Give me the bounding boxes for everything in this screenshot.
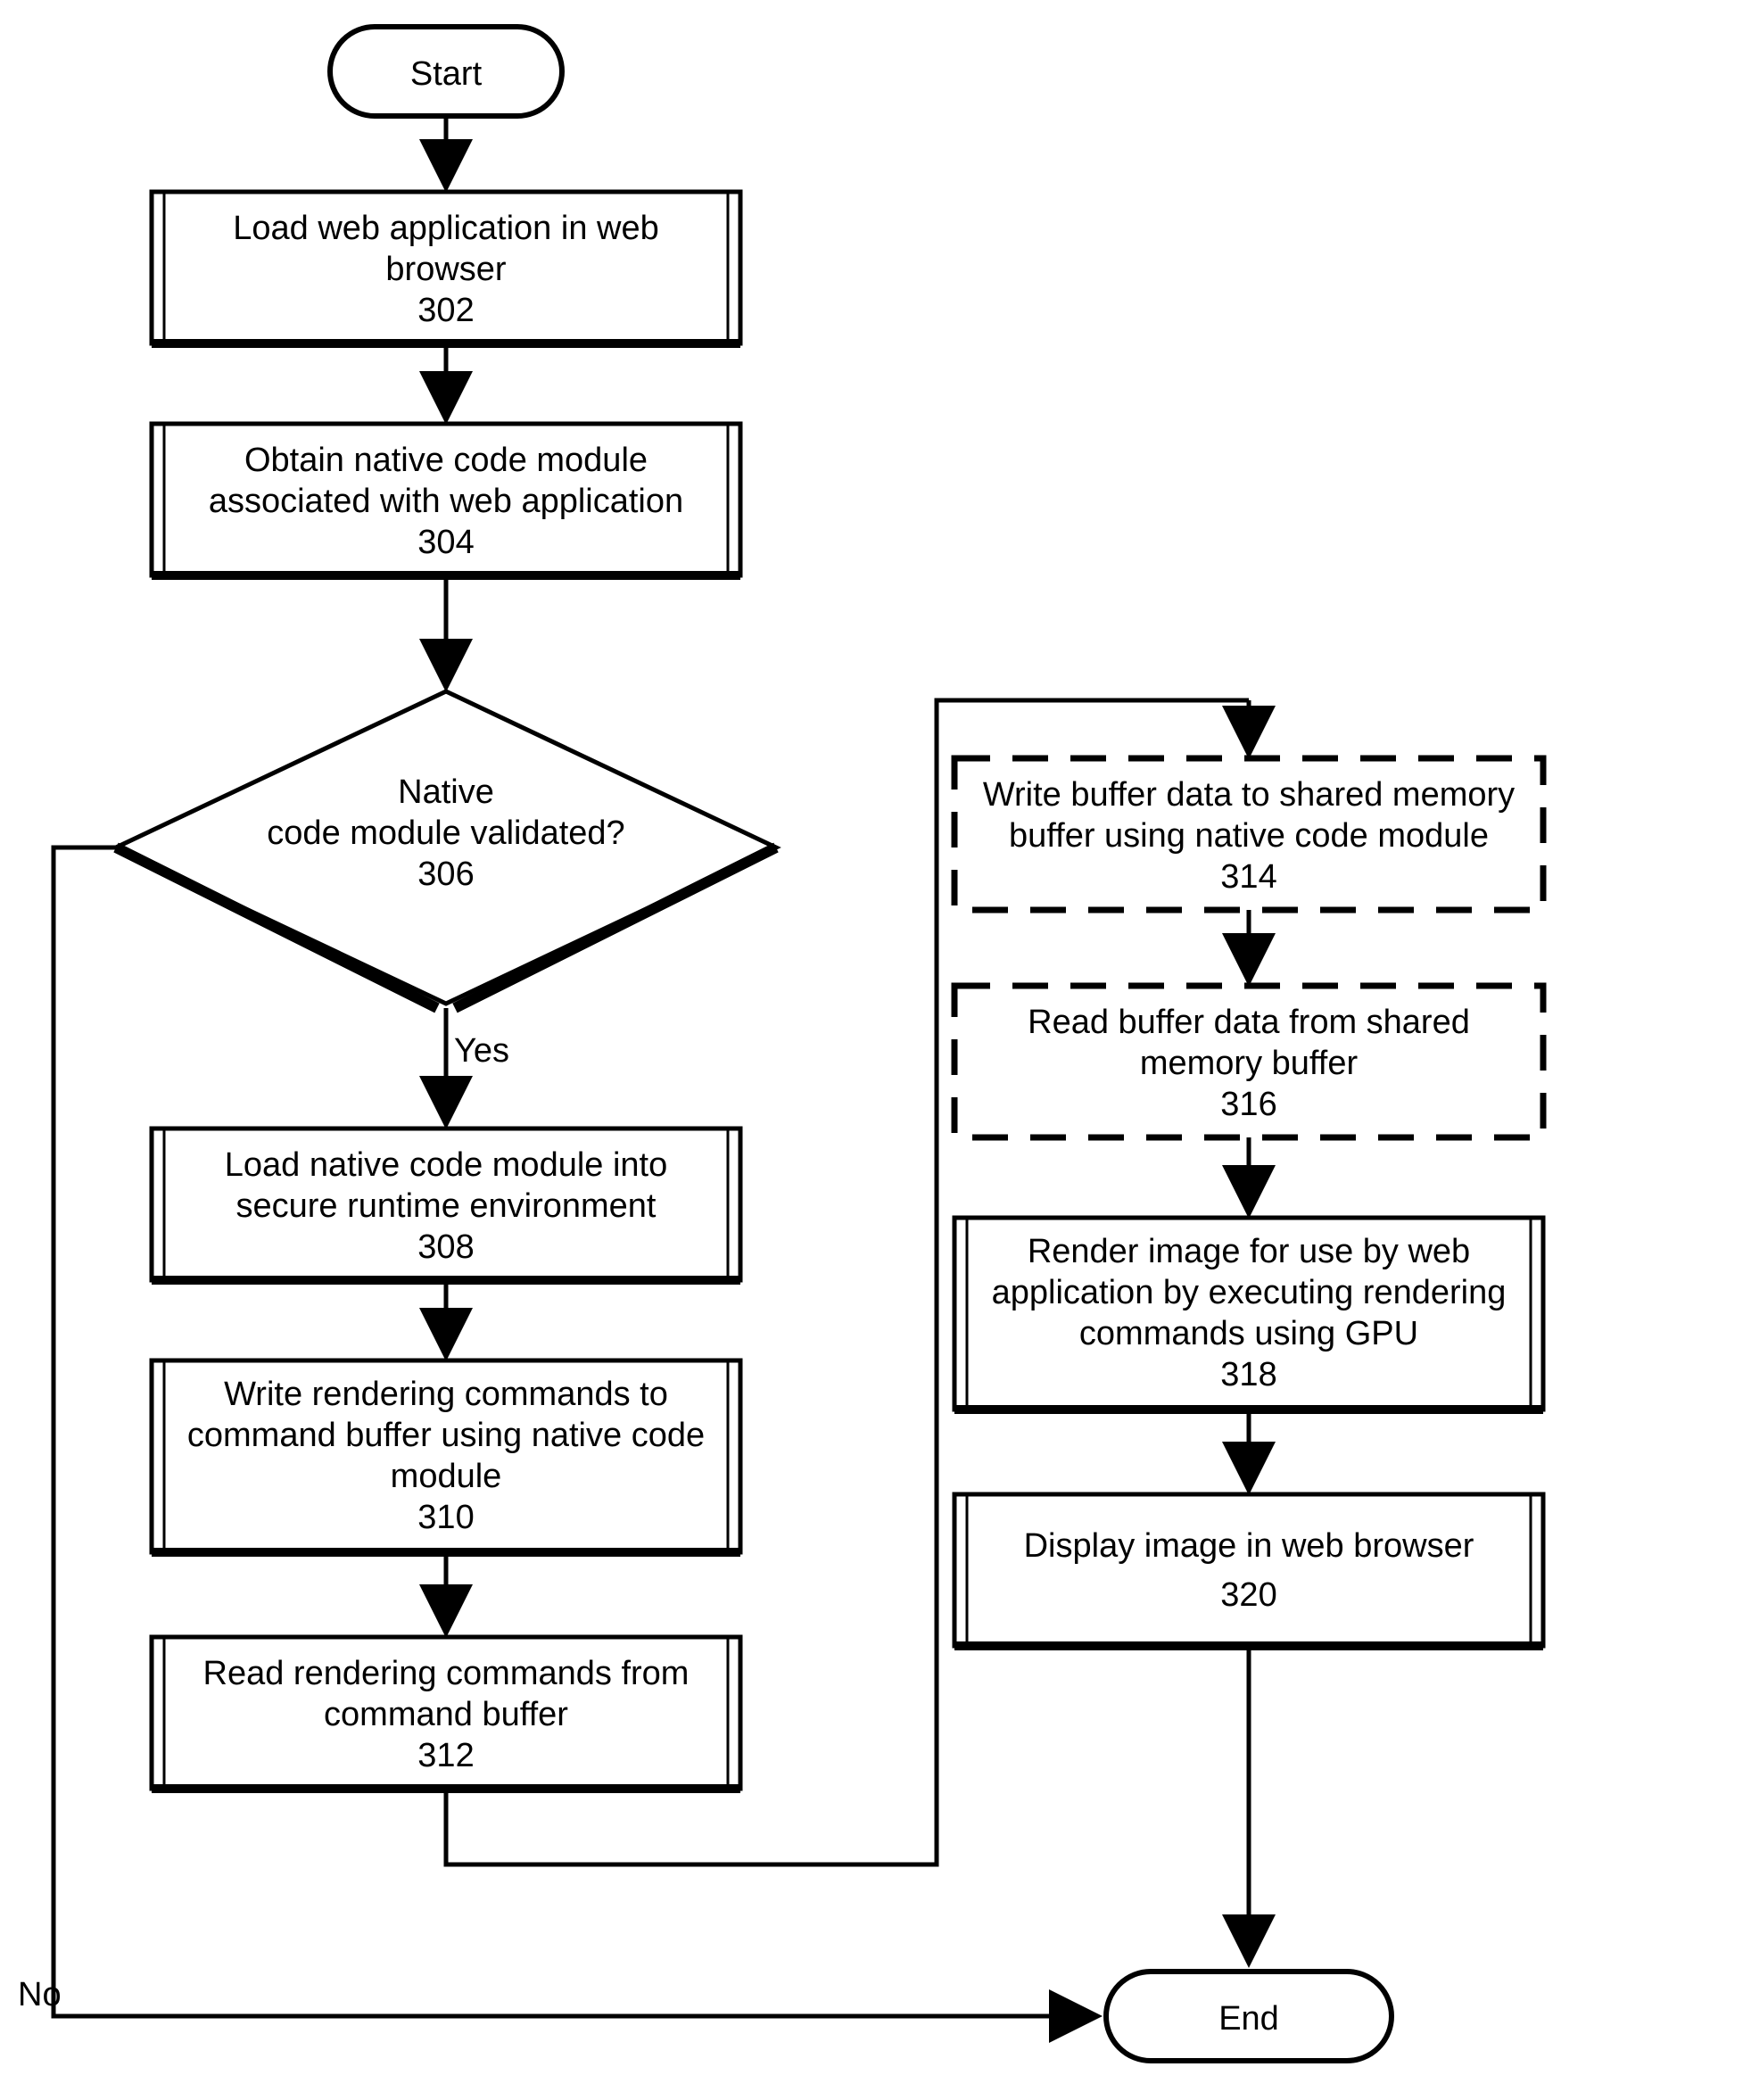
step-318-line1: Render image for use by web [1028, 1233, 1470, 1270]
step-314-line1: Write buffer data to shared memory [983, 776, 1515, 814]
step-320: Display image in web browser 320 [954, 1494, 1543, 1646]
decision-306-line1: Native [398, 773, 494, 811]
step-304-ref: 304 [417, 524, 474, 561]
yes-label: Yes [454, 1032, 509, 1070]
step-310: Write rendering commands to command buff… [152, 1360, 740, 1552]
step-308-line2: secure runtime environment [236, 1187, 657, 1225]
decision-306-line2: code module validated? [267, 814, 624, 852]
decision-306-ref: 306 [417, 856, 474, 893]
step-308: Load native code module into secure runt… [152, 1129, 740, 1280]
step-316-ref: 316 [1220, 1086, 1276, 1123]
step-320-line1: Display image in web browser [1024, 1527, 1474, 1565]
no-label: No [18, 1976, 62, 2013]
step-302-ref: 302 [417, 292, 474, 329]
step-310-line2: command buffer using native code [187, 1417, 705, 1454]
step-318-line3: commands using GPU [1079, 1315, 1418, 1352]
step-310-line3: module [391, 1458, 502, 1495]
flowchart: Start Load web application in web browse… [0, 0, 1751, 2100]
step-302-line1: Load web application in web [233, 210, 658, 247]
decision-306: Native code module validated? 306 [116, 691, 776, 1008]
step-310-ref: 310 [417, 1499, 474, 1536]
start-label: Start [410, 55, 483, 93]
step-318-ref: 318 [1220, 1356, 1276, 1393]
step-308-line1: Load native code module into [225, 1146, 667, 1184]
step-320-ref: 320 [1220, 1576, 1276, 1614]
step-312-line2: command buffer [324, 1696, 568, 1733]
step-308-ref: 308 [417, 1228, 474, 1266]
step-302: Load web application in web browser 302 [152, 192, 740, 343]
step-312-line1: Read rendering commands from [203, 1655, 690, 1692]
step-304-line1: Obtain native code module [244, 442, 648, 479]
step-316-line2: memory buffer [1140, 1045, 1359, 1082]
step-304: Obtain native code module associated wit… [152, 424, 740, 575]
step-310-line1: Write rendering commands to [224, 1376, 668, 1413]
step-316: Read buffer data from shared memory buff… [954, 986, 1543, 1137]
step-318-line2: application by executing rendering [992, 1274, 1507, 1311]
step-318: Render image for use by web application … [954, 1218, 1543, 1410]
step-304-line2: associated with web application [209, 483, 683, 520]
end-label: End [1218, 2000, 1279, 2038]
step-314-ref: 314 [1220, 858, 1276, 896]
step-312: Read rendering commands from command buf… [152, 1637, 740, 1789]
step-316-line1: Read buffer data from shared [1028, 1004, 1470, 1041]
step-314: Write buffer data to shared memory buffe… [954, 758, 1543, 910]
step-302-line2: browser [385, 251, 506, 288]
step-314-line2: buffer using native code module [1009, 817, 1489, 855]
start-terminator: Start [330, 27, 562, 116]
step-312-ref: 312 [417, 1737, 474, 1774]
end-terminator: End [1106, 1972, 1392, 2061]
